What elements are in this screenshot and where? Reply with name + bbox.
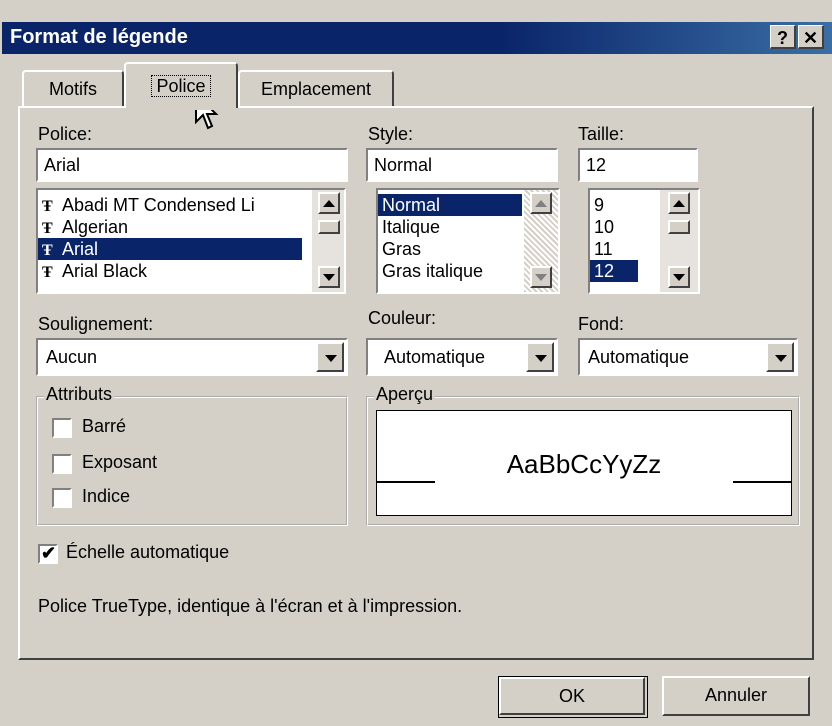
dropdown-button[interactable] — [526, 342, 554, 372]
truetype-icon: Ŧ — [42, 264, 53, 281]
list-item-label: Arial Black — [62, 261, 148, 281]
exposant-label: Exposant — [82, 452, 158, 472]
taille-label: Taille: — [578, 124, 624, 145]
chevron-down-icon — [325, 355, 337, 362]
tab-police[interactable]: Police — [124, 62, 238, 108]
arrow-up-icon — [535, 200, 547, 207]
exposant-checkbox[interactable] — [52, 454, 72, 474]
tab-label: Emplacement — [260, 79, 372, 99]
style-label-text: Style: — [368, 124, 414, 144]
barre-label: Barré — [82, 416, 127, 436]
ok-button-frame[interactable]: OK — [498, 676, 648, 718]
title-bar: Format de légende ? ✕ — [2, 22, 832, 54]
format-legend-dialog: Format de légende ? ✕ Motifs Police Empl… — [0, 0, 832, 726]
taille-list[interactable]: 9 10 11 12 — [588, 188, 700, 294]
scroll-down-button[interactable] — [318, 266, 340, 288]
preview-line-right — [733, 481, 791, 483]
preview-line-left — [377, 481, 435, 483]
arrow-down-icon — [535, 274, 547, 281]
scroll-thumb[interactable] — [668, 220, 690, 234]
list-item-label: Algerian — [62, 217, 129, 237]
list-item[interactable]: Gras italique — [378, 260, 522, 282]
taille-scrollbar[interactable] — [660, 190, 698, 292]
style-label: Style: — [368, 124, 413, 145]
couleur-select[interactable]: Automatique — [366, 338, 558, 376]
help-button[interactable]: ? — [770, 25, 796, 49]
list-item[interactable]: Ŧ Arial Black — [38, 260, 302, 282]
scroll-up-button[interactable] — [668, 192, 690, 214]
list-item-label: Abadi MT Condensed Li — [62, 195, 255, 215]
list-item-selected[interactable]: Normal — [378, 194, 522, 216]
tab-emplacement[interactable]: Emplacement — [238, 70, 394, 108]
chevron-down-icon — [535, 355, 547, 362]
arrow-down-icon — [323, 274, 335, 281]
list-item-selected[interactable]: Ŧ Arial — [38, 238, 302, 260]
police-list[interactable]: Ŧ Abadi MT Condensed Li Ŧ Algerian Ŧ Arial … — [36, 188, 346, 294]
tab-label: Police — [151, 75, 211, 97]
list-item[interactable]: 9 — [590, 194, 638, 216]
couleur-value: Automatique — [384, 347, 486, 367]
scroll-down-button[interactable] — [668, 266, 690, 288]
echelle-checkbox[interactable]: ✔ — [38, 543, 58, 564]
soulignement-value: Aucun — [46, 347, 98, 367]
indice-label: Indice — [82, 486, 131, 506]
dropdown-button[interactable] — [766, 342, 794, 372]
style-scrollbar[interactable] — [524, 190, 558, 292]
echelle-label: Échelle automatique — [66, 542, 230, 562]
taille-label-text: Taille: — [578, 124, 625, 144]
barre-checkbox[interactable] — [52, 418, 72, 438]
police-scrollbar[interactable] — [312, 190, 344, 292]
police-label-text: Police: — [38, 124, 93, 144]
list-item[interactable]: 10 — [590, 216, 638, 238]
attributs-title: Attributs — [44, 384, 115, 405]
list-item-label: Arial — [62, 239, 99, 259]
ok-button[interactable]: OK — [499, 677, 645, 715]
soulignement-select[interactable]: Aucun — [36, 338, 348, 376]
cancel-button[interactable]: Annuler — [662, 676, 810, 716]
style-list[interactable]: Normal Italique Gras Gras italique — [376, 188, 560, 294]
fond-label: Fond: — [578, 314, 625, 334]
scroll-thumb[interactable] — [318, 220, 340, 234]
truetype-icon: Ŧ — [42, 242, 53, 259]
arrow-down-icon — [673, 274, 685, 281]
tab-motifs[interactable]: Motifs — [22, 70, 124, 108]
list-item[interactable]: Italique — [378, 216, 522, 238]
arrow-up-icon — [673, 200, 685, 207]
tab-label: Motifs — [48, 79, 97, 99]
truetype-icon: Ŧ — [42, 198, 53, 215]
style-input[interactable]: Normal — [366, 148, 558, 182]
couleur-label: Couleur: — [368, 308, 437, 328]
tab-join — [126, 104, 236, 110]
scroll-up-button[interactable] — [530, 192, 552, 214]
checkmark-icon: ✔ — [41, 543, 57, 563]
window-title: Format de légende — [10, 26, 188, 48]
truetype-icon: Ŧ — [42, 220, 53, 237]
list-item-selected[interactable]: 12 — [590, 260, 638, 282]
scroll-up-button[interactable] — [318, 192, 340, 214]
list-item[interactable]: Ŧ Abadi MT Condensed Li — [38, 194, 302, 216]
apercu-box: AaBbCcYyZz — [376, 410, 792, 516]
list-item[interactable]: Gras — [378, 238, 522, 260]
close-button[interactable]: ✕ — [798, 25, 824, 49]
list-item[interactable]: 11 — [590, 238, 638, 260]
arrow-up-icon — [323, 200, 335, 207]
indice-checkbox[interactable] — [52, 488, 72, 508]
fond-value: Automatique — [588, 347, 690, 367]
list-item[interactable]: Ŧ Algerian — [38, 216, 302, 238]
apercu-sample: AaBbCcYyZz — [506, 449, 662, 479]
info-text: Police TrueType, identique à l'écran et … — [38, 596, 463, 616]
police-label: Police: — [38, 124, 92, 145]
soulignement-label: Soulignement: — [38, 314, 154, 334]
dropdown-button[interactable] — [316, 342, 344, 372]
chevron-down-icon — [775, 355, 787, 362]
scroll-down-button[interactable] — [530, 266, 552, 288]
fond-select[interactable]: Automatique — [578, 338, 798, 376]
apercu-title: Aperçu — [374, 384, 436, 405]
police-input[interactable]: Arial — [36, 148, 348, 182]
taille-input[interactable]: 12 — [578, 148, 698, 182]
